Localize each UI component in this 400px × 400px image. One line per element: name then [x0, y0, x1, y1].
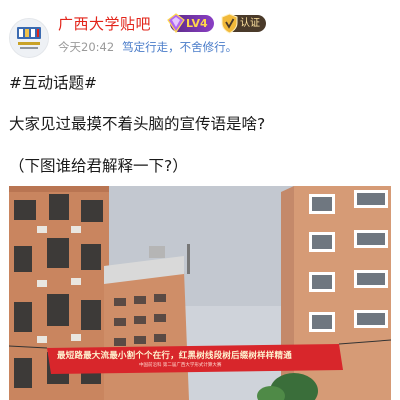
- post-question: 大家见过最摸不着头脑的宣传语是啥?: [9, 115, 266, 133]
- post-header: 广西大学贴吧 LV4 认证 今天20:42 笃定行走，不舍修行。: [0, 0, 400, 62]
- verified-shield-icon: [221, 13, 238, 34]
- verify-label: 认证: [240, 18, 260, 29]
- gem-icon: [167, 13, 185, 33]
- level-badge: LV4: [167, 13, 214, 33]
- post-prompt: （下图谁给君解释一下?）: [9, 157, 188, 175]
- forum-avatar[interactable]: [9, 18, 49, 58]
- university-seal-icon: [10, 19, 48, 57]
- forum-motto: 笃定行走，不舍修行。: [122, 40, 238, 54]
- post-hashtag[interactable]: #互动话题#: [9, 71, 97, 93]
- banner-subtext: 中国前沿科 第二届广西大学形式计算大赛: [139, 363, 222, 368]
- post-timestamp: 今天20:42: [58, 40, 115, 54]
- banner-text: 最短路最大流最小割个个在行，红黑树线段树后缀树样样精通: [57, 351, 292, 361]
- verify-badge: 认证: [221, 13, 266, 34]
- post-meta: 今天20:42 笃定行走，不舍修行。: [58, 39, 237, 55]
- post-photo[interactable]: 最短路最大流最小割个个在行，红黑树线段树后缀树样样精通 中国前沿科 第二届广西大…: [9, 186, 391, 400]
- forum-name[interactable]: 广西大学贴吧: [58, 13, 151, 34]
- level-label: LV4: [186, 17, 208, 30]
